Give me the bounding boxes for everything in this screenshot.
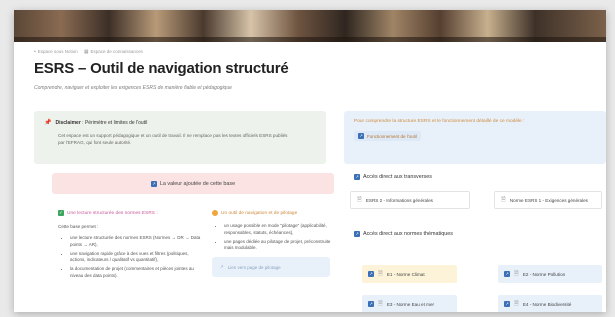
structure-callout: Pour comprendre la structure ESRS et le … (344, 111, 606, 164)
list-item: la documentation de projet (commentaires… (70, 266, 203, 280)
reading-intro: Cette base permet : (58, 224, 99, 229)
page-icon: ▪ (34, 49, 36, 55)
link-page-icon: ↗ (504, 271, 510, 277)
pin-icon: 📌 (44, 120, 52, 126)
disclaimer-body: Cet espace est un support pédagogique et… (58, 133, 288, 145)
tool-column: Un outil de navigation et de pilotage un… (212, 210, 332, 278)
e4-card[interactable]: ↗ 🗎 E4 - Norme Biodiversité (498, 295, 602, 312)
arrow-icon: ↗ (220, 264, 224, 270)
target-icon (212, 210, 218, 216)
list-item: un usage possible en mode "pilotage" (ap… (224, 223, 332, 237)
notion-page: ▪ Espace sous Notion ▦ Espace de connaissa… (14, 10, 606, 312)
document-icon: 🗎 (357, 197, 362, 203)
e2-card[interactable]: ↗ 🗎 E2 - Norme Pollution (498, 265, 602, 283)
value-added-callout: ↗ La valeur ajoutée de cette base (52, 173, 334, 194)
structure-callout-text: Pour comprendre la structure ESRS et le … (354, 119, 525, 124)
tool-list: un usage possible en mode "pilotage" (ap… (224, 223, 332, 252)
disclaimer-callout: 📌 Disclaimer : Périmètre et limites de l… (34, 111, 326, 164)
e3-card[interactable]: ↗ 🗎 E3 - Norme Eau et mer (362, 295, 457, 312)
document-icon: 🗎 (501, 197, 506, 203)
tool-operation-link[interactable]: ↗ Fonctionnement de l'outil (354, 131, 421, 141)
tool-heading: Un outil de navigation et de pilotage (212, 210, 332, 216)
link-page-icon: ↗ (358, 133, 364, 139)
reading-heading: ✓ Une lecture structurée des normes ESRS … (58, 210, 158, 216)
checkbox-icon: ✓ (58, 210, 64, 216)
breadcrumb-item[interactable]: ▦ Espace de connaissances (84, 49, 143, 55)
link-page-icon: ↗ (354, 231, 360, 237)
esrs2-card[interactable]: 🗎 ESRS 2 - Informations générales (350, 191, 470, 209)
disclaimer-heading: 📌 Disclaimer : Périmètre et limites de l… (44, 119, 148, 127)
page-title: ESRS – Outil de navigation structuré (34, 60, 289, 77)
cover-image (14, 10, 606, 42)
grid-icon: ▦ (83, 49, 89, 55)
list-item: une pages dédiée au pilotage de projet, … (224, 239, 332, 253)
document-icon: 🗎 (378, 271, 383, 277)
thematic-title: ↗ Accès direct aux normes thématiques (354, 231, 453, 237)
link-page-icon: ↗ (354, 174, 360, 180)
value-added-link[interactable]: La valeur ajoutée de cette base (160, 181, 235, 187)
link-page-icon: ↗ (368, 301, 374, 307)
link-page-icon: ↗ (504, 301, 510, 307)
reading-column: ✓ Une lecture structurée des normes ESRS … (58, 210, 203, 282)
transverse-title: ↗ Accès direct aux transverses (354, 174, 432, 180)
list-item: une navigation rapide grâce à des vues e… (70, 251, 203, 265)
e1-card[interactable]: ↗ 🗎 E1 - Norme Climat (362, 265, 457, 283)
link-page-icon: ↗ (150, 180, 157, 187)
breadcrumb: ▪ Espace sous Notion ▦ Espace de connaissa… (34, 49, 143, 55)
document-icon: 🗎 (514, 301, 519, 307)
link-page-icon: ↗ (368, 271, 374, 277)
reading-list: une lecture structurée des normes ESRS (… (70, 235, 203, 280)
page-subtitle: Comprendre, naviguer et exploiter les ex… (34, 85, 232, 91)
esrs1-card[interactable]: 🗎 Norme ESRS 1 - Exigences générales (494, 191, 602, 209)
breadcrumb-item[interactable]: ▪ Espace sous Notion (34, 49, 78, 55)
list-item: une lecture structurée des normes ESRS (… (70, 235, 203, 249)
document-icon: 🗎 (378, 301, 383, 307)
document-icon: 🗎 (514, 271, 519, 277)
pilotage-link[interactable]: ↗ Lien vers page de pilotage (212, 257, 330, 278)
